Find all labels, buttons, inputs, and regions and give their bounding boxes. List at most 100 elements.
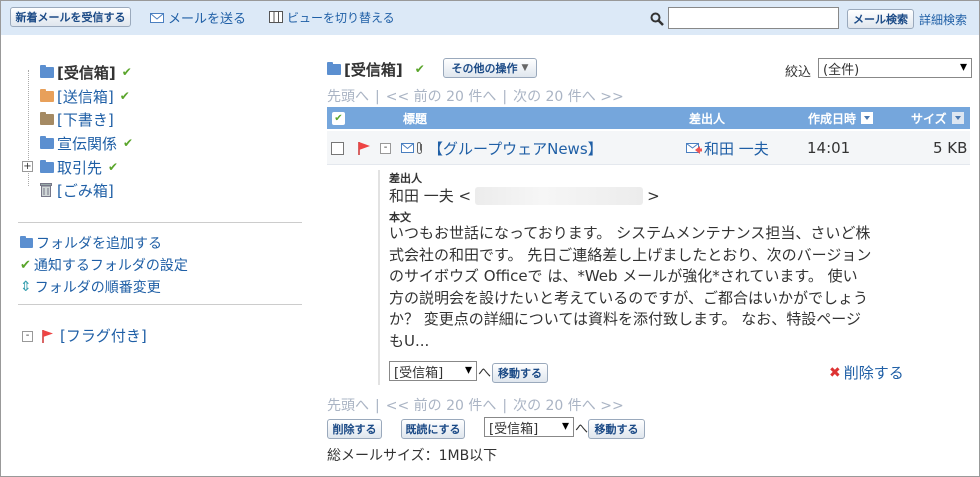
pager-prev[interactable]: << 前の 20 件へ bbox=[386, 398, 497, 414]
advanced-search-link[interactable]: 詳細検索 bbox=[919, 9, 967, 29]
check-icon: ✔ bbox=[20, 257, 31, 273]
pager-separator: | bbox=[375, 398, 380, 414]
notify-folder-settings-link[interactable]: ✔ 通知するフォルダの設定 bbox=[20, 255, 188, 275]
envelope-icon bbox=[150, 12, 164, 23]
to-label: へ bbox=[575, 422, 589, 437]
search-input[interactable] bbox=[668, 7, 839, 29]
add-folder-label: フォルダを追加する bbox=[36, 236, 162, 252]
column-sender[interactable]: 差出人 bbox=[689, 107, 725, 129]
folder-label: [受信箱] bbox=[57, 63, 116, 82]
sort-icon bbox=[951, 112, 964, 124]
preview-move-button[interactable]: 移動する bbox=[492, 363, 548, 383]
column-size[interactable]: サイズ bbox=[911, 107, 964, 129]
move-button[interactable]: 移動する bbox=[588, 419, 645, 439]
expand-icon[interactable]: + bbox=[22, 161, 33, 172]
pager-prev[interactable]: << 前の 20 件へ bbox=[386, 89, 497, 105]
pager-separator: | bbox=[375, 89, 380, 105]
preview-sender-heading: 差出人 bbox=[389, 172, 422, 185]
mail-list-header: ✔ 標題 差出人 作成日時 サイズ bbox=[327, 107, 970, 129]
preview-body: いつもお世話になっております。 システムメンテナンス担当、さいど株 式会社の和田… bbox=[389, 223, 919, 352]
delete-button[interactable]: 削除する bbox=[327, 419, 382, 439]
preview-move-select[interactable]: [受信箱] bbox=[389, 361, 477, 381]
checkbox[interactable] bbox=[331, 141, 344, 155]
folder-icon bbox=[40, 88, 54, 102]
move-folder-select[interactable]: [受信箱] bbox=[484, 417, 574, 437]
folder-trash[interactable]: [ごみ箱] bbox=[40, 180, 114, 200]
folder-label: 取引先 bbox=[57, 158, 103, 177]
send-mail-link[interactable]: メールを送る bbox=[150, 7, 246, 27]
folder-label: [下書き] bbox=[57, 110, 114, 129]
folder-icon bbox=[327, 61, 341, 75]
check-icon: ✔ bbox=[332, 111, 345, 125]
preview-body-line: のサイボウズ Officeで は、*Web メールが強化*されています。 使い bbox=[389, 267, 858, 285]
check-icon: ✔ bbox=[108, 160, 119, 174]
switch-view-label: ビューを切り替える bbox=[287, 10, 395, 25]
folder-header: [受信箱] ✔ bbox=[327, 59, 425, 79]
folder-add-icon bbox=[20, 236, 33, 248]
toolbar: 新着メールを受信する メールを送る ビューを切り替える メール検索 詳細検索 bbox=[1, 1, 979, 35]
envelope-icon bbox=[401, 131, 414, 165]
folder-label: [ごみ箱] bbox=[57, 181, 114, 200]
pager-next[interactable]: 次の 20 件へ >> bbox=[513, 89, 624, 105]
pager-top: 先頭へ | << 前の 20 件へ | 次の 20 件へ >> bbox=[327, 86, 630, 106]
flag-icon[interactable] bbox=[357, 131, 371, 165]
delete-x-icon: ✖ bbox=[829, 364, 841, 381]
pager-next[interactable]: 次の 20 件へ >> bbox=[513, 398, 624, 414]
message-size: 5 KB bbox=[933, 139, 968, 157]
collapse-preview-icon[interactable]: - bbox=[380, 131, 391, 165]
message-subject-link[interactable]: 【グループウェアNews】 bbox=[428, 131, 603, 165]
add-folder-link[interactable]: フォルダを追加する bbox=[20, 233, 162, 253]
folder-drafts[interactable]: [下書き] bbox=[40, 109, 114, 129]
sender-address-icon bbox=[686, 131, 702, 165]
folder-promotions[interactable]: 宣伝関係 ✔ bbox=[40, 133, 133, 153]
preview-to-label: へ bbox=[478, 366, 492, 381]
trash-icon bbox=[40, 183, 52, 197]
folder-icon bbox=[40, 159, 54, 173]
table-row[interactable]: - 【グループウェアNews】 和田 一夫 14:01 5 KB bbox=[327, 131, 970, 165]
preview-body-line: もU... bbox=[389, 331, 430, 350]
preview-border bbox=[378, 170, 380, 385]
row-checkbox[interactable] bbox=[331, 131, 344, 165]
delete-message-link[interactable]: ✖ 削除する bbox=[829, 362, 904, 383]
pager-first[interactable]: 先頭へ bbox=[327, 89, 369, 105]
message-sender-link[interactable]: 和田 一夫 bbox=[704, 131, 769, 165]
folder-clients[interactable]: 取引先 ✔ bbox=[40, 157, 118, 177]
filter-select[interactable]: (全件) bbox=[818, 58, 972, 78]
column-date[interactable]: 作成日時 bbox=[808, 107, 874, 129]
folder-icon bbox=[40, 135, 54, 149]
delete-label: 削除する bbox=[843, 364, 904, 382]
columns-view-icon bbox=[269, 11, 283, 23]
divider bbox=[18, 222, 302, 223]
folder-label: [送信箱] bbox=[57, 87, 114, 106]
search-mail-button[interactable]: メール検索 bbox=[847, 9, 914, 29]
send-mail-label: メールを送る bbox=[168, 11, 247, 27]
sort-icon bbox=[861, 112, 874, 124]
collapse-icon[interactable]: - bbox=[22, 331, 33, 342]
pager-separator: | bbox=[502, 89, 508, 105]
check-icon: ✔ bbox=[414, 62, 425, 76]
switch-view-link[interactable]: ビューを切り替える bbox=[269, 7, 395, 27]
chevron-down-icon: ▼ bbox=[521, 63, 529, 73]
folder-icon bbox=[40, 111, 54, 125]
attachment-icon bbox=[416, 131, 424, 165]
preview-sender-name: 和田 一夫 < bbox=[389, 187, 472, 205]
folder-label: 宣伝関係 bbox=[57, 134, 118, 153]
flagged-folder[interactable]: [フラグ付き] bbox=[41, 325, 147, 346]
mark-read-button[interactable]: 既読にする bbox=[401, 419, 465, 439]
select-all-checkbox[interactable]: ✔ bbox=[332, 107, 345, 129]
receive-mail-button[interactable]: 新着メールを受信する bbox=[10, 7, 131, 27]
column-size-label: サイズ bbox=[911, 111, 947, 126]
pager-first[interactable]: 先頭へ bbox=[327, 398, 369, 414]
search-icon bbox=[650, 12, 664, 26]
folder-sent[interactable]: [送信箱] ✔ bbox=[40, 86, 130, 106]
redacted-email bbox=[475, 186, 644, 205]
folder-inbox[interactable]: [受信箱] ✔ bbox=[40, 62, 132, 82]
preview-sender-end: > bbox=[647, 186, 660, 205]
column-subject[interactable]: 標題 bbox=[403, 107, 427, 129]
preview-body-line: 式会社の和田です。 先日ご連絡差し上げましたとおり、次のバージョン bbox=[389, 245, 872, 264]
total-mail-size: 総メールサイズ：1MB以下 bbox=[327, 448, 498, 464]
divider bbox=[18, 304, 302, 305]
pager-bottom: 先頭へ | << 前の 20 件へ | 次の 20 件へ >> bbox=[327, 395, 630, 415]
other-operations-button[interactable]: その他の操作 ▼ bbox=[443, 58, 537, 78]
reorder-folders-link[interactable]: ⇕ フォルダの順番変更 bbox=[20, 277, 161, 297]
